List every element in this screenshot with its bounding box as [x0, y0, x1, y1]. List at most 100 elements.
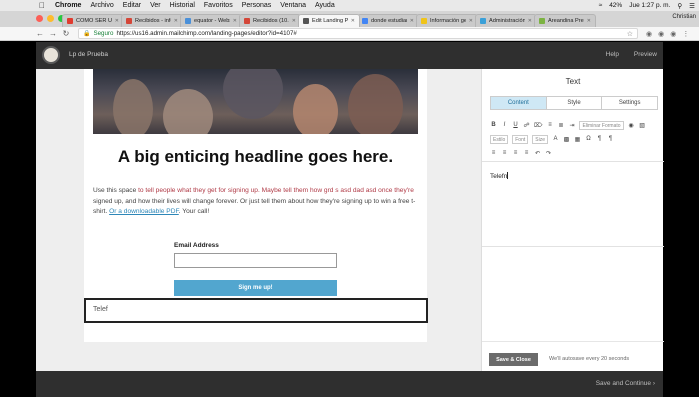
tab-close-icon[interactable]: ✕	[469, 18, 473, 24]
toolbar-row: ≡ ≡ ≡ ≡ ↶ ↷	[490, 146, 660, 160]
lock-icon[interactable]: 🔒	[83, 30, 90, 37]
browser-tab[interactable]: equator - Websi ✕	[180, 14, 242, 27]
browser-tab[interactable]: Administración ✕	[475, 14, 537, 27]
source-icon[interactable]: ▧	[639, 122, 646, 129]
special-char-icon[interactable]: Ω	[585, 136, 592, 142]
tab-style[interactable]: Style	[547, 97, 603, 109]
tab-title: CÓMO SER Un	[76, 18, 112, 24]
bookmark-star-icon[interactable]: ☆	[627, 30, 633, 38]
url-input[interactable]: 🔒 Seguro https://us16.admin.mailchimp.co…	[78, 28, 638, 39]
close-window-icon[interactable]	[36, 15, 43, 22]
extension-icon[interactable]: ◉	[658, 30, 664, 38]
align-center-icon[interactable]: ≡	[501, 150, 508, 156]
tab-close-icon[interactable]: ✕	[115, 18, 119, 24]
apple-icon[interactable]: 	[39, 1, 45, 10]
menu-list-icon[interactable]: ☰	[689, 2, 695, 10]
menu-ventana[interactable]: Ventana	[280, 2, 306, 9]
hero-image[interactable]	[93, 69, 418, 134]
align-left-icon[interactable]: ≡	[490, 150, 497, 156]
pilcrow-rtl-icon[interactable]: ¶	[607, 136, 614, 142]
link-icon[interactable]: ☍	[523, 122, 530, 129]
mailchimp-logo-icon[interactable]	[42, 46, 60, 64]
extension-icon[interactable]: ◉	[646, 30, 652, 38]
tab-settings[interactable]: Settings	[602, 97, 657, 109]
justify-icon[interactable]: ≡	[523, 150, 530, 156]
tab-close-icon[interactable]: ✕	[351, 18, 355, 24]
menu-app-name[interactable]: Chrome	[55, 2, 81, 9]
tab-title: Recibidos (10.6	[253, 18, 289, 24]
italic-icon[interactable]: I	[501, 122, 508, 128]
forward-icon[interactable]: →	[47, 29, 59, 38]
save-close-button[interactable]: Save & Close	[489, 353, 538, 366]
browser-tab[interactable]: Areandina Pres ✕	[534, 14, 596, 27]
redo-icon[interactable]: ↷	[545, 150, 552, 157]
browser-tab[interactable]: Recibidos - info ✕	[121, 14, 183, 27]
tab-title: Información ge	[430, 18, 466, 24]
headline[interactable]: A big enticing headline goes here.	[84, 147, 427, 167]
tab-close-icon[interactable]: ✕	[410, 18, 414, 24]
tab-title: equator - Websi	[194, 18, 230, 24]
browser-tab[interactable]: Recibidos (10.6 ✕	[239, 14, 301, 27]
browser-tab[interactable]: Información ge ✕	[416, 14, 478, 27]
indent-icon[interactable]: ⇥	[568, 122, 575, 129]
tab-close-icon[interactable]: ✕	[587, 18, 591, 24]
menu-archivo[interactable]: Archivo	[90, 2, 113, 9]
help-link[interactable]: Help	[606, 51, 619, 58]
background-color-icon[interactable]: ▩	[563, 136, 570, 143]
extension-icon[interactable]: ◉	[670, 30, 676, 38]
text-editor[interactable]: Telefn	[482, 161, 664, 247]
search-icon[interactable]: ⚲	[677, 2, 682, 10]
undo-icon[interactable]: ↶	[534, 150, 541, 157]
battery-percent[interactable]: 42%	[609, 2, 622, 9]
browser-tab[interactable]: CÓMO SER Un ✕	[62, 14, 124, 27]
tab-close-icon[interactable]: ✕	[233, 18, 237, 24]
autosave-note: We'll autosave every 20 seconds	[549, 356, 630, 362]
bulleted-list-icon[interactable]: ≡	[546, 122, 553, 128]
menu-historial[interactable]: Historial	[170, 2, 195, 9]
menu-personas[interactable]: Personas	[242, 2, 272, 9]
text-color-icon[interactable]: A	[552, 136, 559, 142]
preview-link[interactable]: Preview	[634, 51, 657, 58]
crowd-shape	[113, 79, 153, 134]
save-continue-button[interactable]: Save and Continue ›	[596, 380, 655, 387]
clear-format-button[interactable]: Eliminar Formato	[579, 120, 624, 130]
body-text-block[interactable]: Use this space to tell people what they …	[93, 186, 418, 218]
wifi-icon[interactable]: ≈	[599, 2, 603, 9]
panel-title: Text	[565, 77, 581, 86]
signup-button[interactable]: Sign me up!	[174, 280, 337, 296]
clock[interactable]: Jue 1:27 p. m.	[629, 2, 670, 9]
numbered-list-icon[interactable]: ≣	[557, 122, 564, 129]
browser-tab[interactable]: Edit Landing Pa ✕	[298, 14, 360, 27]
reload-icon[interactable]: ↻	[60, 29, 72, 38]
selected-text-block[interactable]: Telef	[84, 298, 428, 323]
menu-favoritos[interactable]: Favoritos	[204, 2, 233, 9]
tab-favicon-icon	[539, 18, 545, 24]
view-icon[interactable]: ◉	[628, 122, 635, 129]
unlink-icon[interactable]: ⌦	[534, 122, 542, 129]
size-select[interactable]: Size	[532, 134, 548, 144]
tab-close-icon[interactable]: ✕	[174, 18, 178, 24]
pilcrow-icon[interactable]: ¶	[596, 136, 603, 142]
style-select[interactable]: Estilo	[490, 134, 509, 144]
menu-ver[interactable]: Ver	[150, 2, 161, 9]
underline-icon[interactable]: U	[512, 122, 519, 128]
align-right-icon[interactable]: ≡	[512, 150, 519, 156]
toolbar-row: B I U ☍ ⌦ ≡ ≣ ⇥ Eliminar Formato ◉ ▧	[490, 118, 660, 132]
back-icon[interactable]: ←	[34, 29, 46, 38]
menu-ayuda[interactable]: Ayuda	[315, 2, 335, 9]
browser-tab[interactable]: donde estudiar ✕	[357, 14, 419, 27]
tab-favicon-icon	[303, 18, 309, 24]
font-select[interactable]: Font	[512, 134, 529, 144]
tab-close-icon[interactable]: ✕	[292, 18, 296, 24]
tab-close-icon[interactable]: ✕	[528, 18, 532, 24]
email-field[interactable]	[174, 253, 337, 268]
tabs: CÓMO SER Un ✕ Recibidos - info ✕ equator - W…	[62, 14, 596, 27]
pdf-link[interactable]: Or a downloadable PDF	[109, 208, 179, 215]
menu-editar[interactable]: Editar	[123, 2, 141, 9]
table-icon[interactable]: ▦	[574, 136, 581, 143]
profile-name[interactable]: Christian	[672, 14, 696, 20]
chrome-menu-icon[interactable]: ⋮	[682, 30, 689, 38]
bold-icon[interactable]: B	[490, 122, 497, 128]
minimize-window-icon[interactable]	[47, 15, 54, 22]
tab-content[interactable]: Content	[491, 97, 547, 109]
